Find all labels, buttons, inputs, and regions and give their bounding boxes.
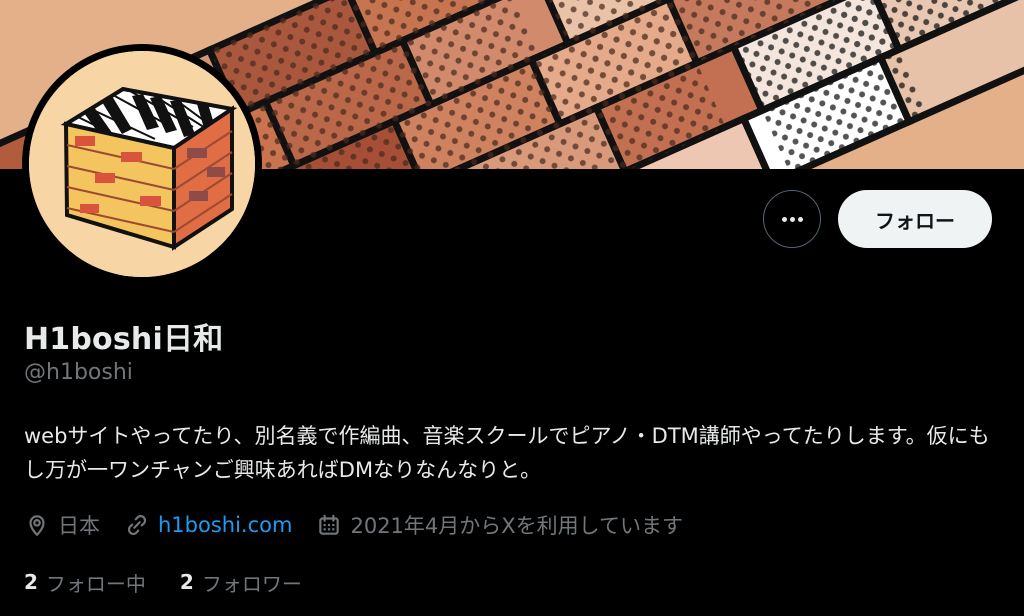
following-link[interactable]: 2 フォロー中 <box>24 568 146 597</box>
profile-meta: 日本 h1boshi.com 2021年4月からXを利用しています <box>24 508 707 542</box>
avatar[interactable] <box>22 44 262 284</box>
link-icon <box>127 515 147 535</box>
followers-count: 2 <box>179 570 194 594</box>
profile-location-text: 日本 <box>58 514 100 538</box>
more-dot <box>781 216 787 222</box>
following-count: 2 <box>24 570 38 594</box>
profile-website[interactable]: h1boshi.com <box>124 512 292 538</box>
profile-bio: webサイトやってたり、別名義で作編曲、音楽スクールでピアノ・DTM講師やってた… <box>24 424 990 482</box>
followers-label: フォロワー <box>201 571 302 596</box>
more-dot <box>789 216 795 222</box>
profile-stats: 2 フォロー中 2 フォロワー <box>24 567 336 597</box>
more-options-button[interactable] <box>763 190 821 248</box>
profile-handle: @h1boshi <box>24 360 133 385</box>
profile-display-name: H1boshi日和 <box>24 322 224 357</box>
profile-location: 日本 <box>24 510 100 540</box>
profile-joined-text: 2021年4月からXを利用しています <box>350 514 684 538</box>
location-pin-icon <box>29 515 45 537</box>
profile-website-link[interactable]: h1boshi.com <box>158 513 292 537</box>
piano-brick-avatar-image <box>29 51 255 277</box>
more-horizontal-icon <box>781 216 803 222</box>
profile-page: フォロー H1boshi日和 @h1boshi webサイトやってたり、別名義で… <box>0 0 1024 616</box>
calendar-icon <box>319 514 340 535</box>
more-dot <box>797 216 803 222</box>
profile-joined: 2021年4月からXを利用しています <box>316 510 683 540</box>
following-label: フォロー中 <box>45 571 146 596</box>
follow-button[interactable]: フォロー <box>838 190 992 248</box>
followers-link[interactable]: 2 フォロワー <box>180 568 302 597</box>
